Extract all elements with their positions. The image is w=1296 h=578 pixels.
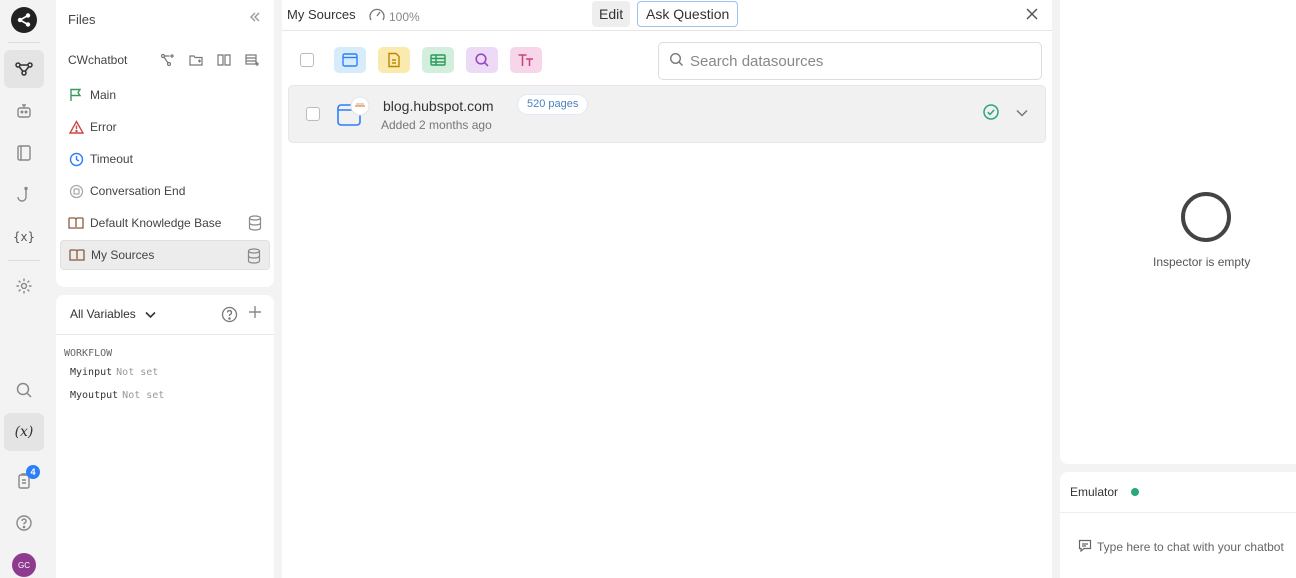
database-icon — [248, 215, 262, 234]
select-all-checkbox[interactable] — [300, 53, 314, 67]
file-item-main[interactable]: Main — [60, 80, 270, 110]
files-panel: Files CWchatbot Main Error Timeout Conve… — [56, 0, 274, 287]
rail-divider — [8, 260, 40, 261]
row-checkbox[interactable] — [306, 107, 320, 121]
bot-icon[interactable] — [4, 92, 44, 130]
knowledge-book-icon[interactable] — [4, 134, 44, 172]
project-name: CWchatbot — [68, 53, 128, 67]
flag-icon — [68, 87, 84, 103]
file-item-conversation-end[interactable]: Conversation End — [60, 176, 270, 206]
edit-button[interactable]: Edit — [592, 1, 631, 27]
datasource-header: My Sources 100% Edit Ask Question — [282, 0, 1052, 30]
icon-rail: {x} (x) 4 GC — [0, 0, 48, 578]
help-icon[interactable] — [221, 306, 238, 326]
emulator-status-dot — [1131, 488, 1139, 496]
new-folder-icon[interactable] — [188, 52, 204, 68]
datasource-added: Added 2 months ago — [381, 118, 492, 132]
project-toolbar — [160, 52, 260, 68]
book-icon — [69, 247, 85, 263]
variables-header: All Variables — [56, 295, 274, 335]
search-field[interactable] — [658, 42, 1042, 80]
search-icon — [669, 52, 684, 70]
chevron-down-icon[interactable] — [1015, 106, 1029, 121]
new-knowledge-base-icon[interactable] — [216, 52, 232, 68]
collapse-panel-icon[interactable] — [248, 10, 262, 28]
chevron-down-icon — [145, 308, 156, 322]
status-ok-icon — [982, 103, 1000, 124]
file-item-label: Error — [90, 120, 117, 134]
file-item-my-sources[interactable]: My Sources — [60, 240, 270, 270]
inspector-empty-text: Inspector is empty — [1153, 255, 1251, 269]
new-flow-icon[interactable] — [160, 52, 176, 68]
text-icon[interactable] — [510, 47, 542, 73]
filter-toolbar — [300, 47, 542, 73]
add-variable-icon[interactable] — [248, 303, 262, 324]
notification-count-badge: 4 — [26, 465, 40, 479]
variables-dropdown[interactable]: All Variables — [70, 307, 156, 322]
page-count-badge: 520 pages — [517, 94, 589, 115]
book-icon — [68, 215, 84, 231]
settings-gear-icon[interactable] — [4, 267, 44, 305]
file-item-label: Timeout — [90, 152, 133, 166]
file-item-label: My Sources — [91, 248, 155, 262]
emulator-divider — [1060, 512, 1296, 513]
clipboard-icon[interactable]: 4 — [4, 462, 44, 500]
indexing-progress: 100% — [368, 6, 420, 27]
file-item-label: Default Knowledge Base — [90, 216, 222, 230]
chat-bubble-icon — [1078, 539, 1092, 555]
close-icon[interactable] — [1024, 6, 1040, 25]
inspector-panel: Inspector is empty — [1060, 0, 1296, 464]
chat-input-placeholder: Type here to chat with your chatbot — [1097, 540, 1284, 554]
document-icon[interactable] — [378, 47, 410, 73]
file-item-timeout[interactable]: Timeout — [60, 144, 270, 174]
rail-divider — [8, 42, 40, 43]
search-input[interactable] — [690, 52, 1020, 70]
file-item-default-knowledge-base[interactable]: Default Knowledge Base — [60, 208, 270, 238]
variables-panel-icon[interactable]: (x) — [4, 413, 44, 451]
variable-value: Not set — [116, 367, 159, 378]
file-item-error[interactable]: Error — [60, 112, 270, 142]
workflow-icon[interactable] — [4, 50, 44, 88]
browser-icon[interactable] — [334, 47, 366, 73]
help-icon[interactable] — [4, 504, 44, 542]
variables-section-title: WORKFLOW — [64, 348, 113, 359]
warning-icon — [68, 119, 84, 135]
table-icon[interactable] — [422, 47, 454, 73]
search-icon[interactable] — [466, 47, 498, 73]
gauge-icon — [368, 6, 386, 27]
emulator-panel: Emulator Type here to chat with your cha… — [1060, 472, 1296, 578]
chat-input[interactable]: Type here to chat with your chatbot — [1078, 539, 1284, 555]
variable-row[interactable]: Myinput Not set — [70, 367, 158, 378]
hook-icon[interactable] — [4, 176, 44, 214]
ask-question-button[interactable]: Ask Question — [637, 1, 739, 27]
website-source-icon — [336, 96, 372, 132]
header-divider — [282, 30, 1052, 31]
user-avatar[interactable]: GC — [12, 553, 36, 577]
empty-ring-icon — [1181, 192, 1231, 242]
file-item-label: Conversation End — [90, 184, 186, 198]
file-item-label: Main — [90, 88, 117, 102]
database-icon — [247, 248, 261, 267]
page-title: My Sources — [287, 7, 356, 22]
emulator-title: Emulator — [1070, 485, 1119, 499]
variables-braces-icon[interactable]: {x} — [4, 218, 44, 256]
variables-dropdown-label: All Variables — [70, 307, 136, 321]
app-logo-icon[interactable] — [11, 7, 37, 33]
variable-row[interactable]: Myoutput Not set — [70, 390, 164, 401]
variable-name: Myinput — [70, 367, 113, 378]
datasource-row[interactable]: blog.hubspot.com Added 2 months ago 520 … — [288, 85, 1046, 143]
variable-value: Not set — [122, 390, 165, 401]
clock-icon — [68, 151, 84, 167]
variables-panel: All Variables WORKFLOW Myinput Not set My… — [56, 295, 274, 578]
new-table-icon[interactable] — [244, 52, 260, 68]
progress-label: 100% — [389, 9, 420, 24]
variable-name: Myoutput — [70, 390, 119, 401]
files-title: Files — [68, 12, 96, 27]
stop-circle-icon — [68, 183, 84, 199]
datasource-name[interactable]: blog.hubspot.com — [383, 98, 494, 114]
search-icon[interactable] — [4, 371, 44, 409]
datasource-panel: My Sources 100% Edit Ask Question Search… — [282, 0, 1052, 578]
